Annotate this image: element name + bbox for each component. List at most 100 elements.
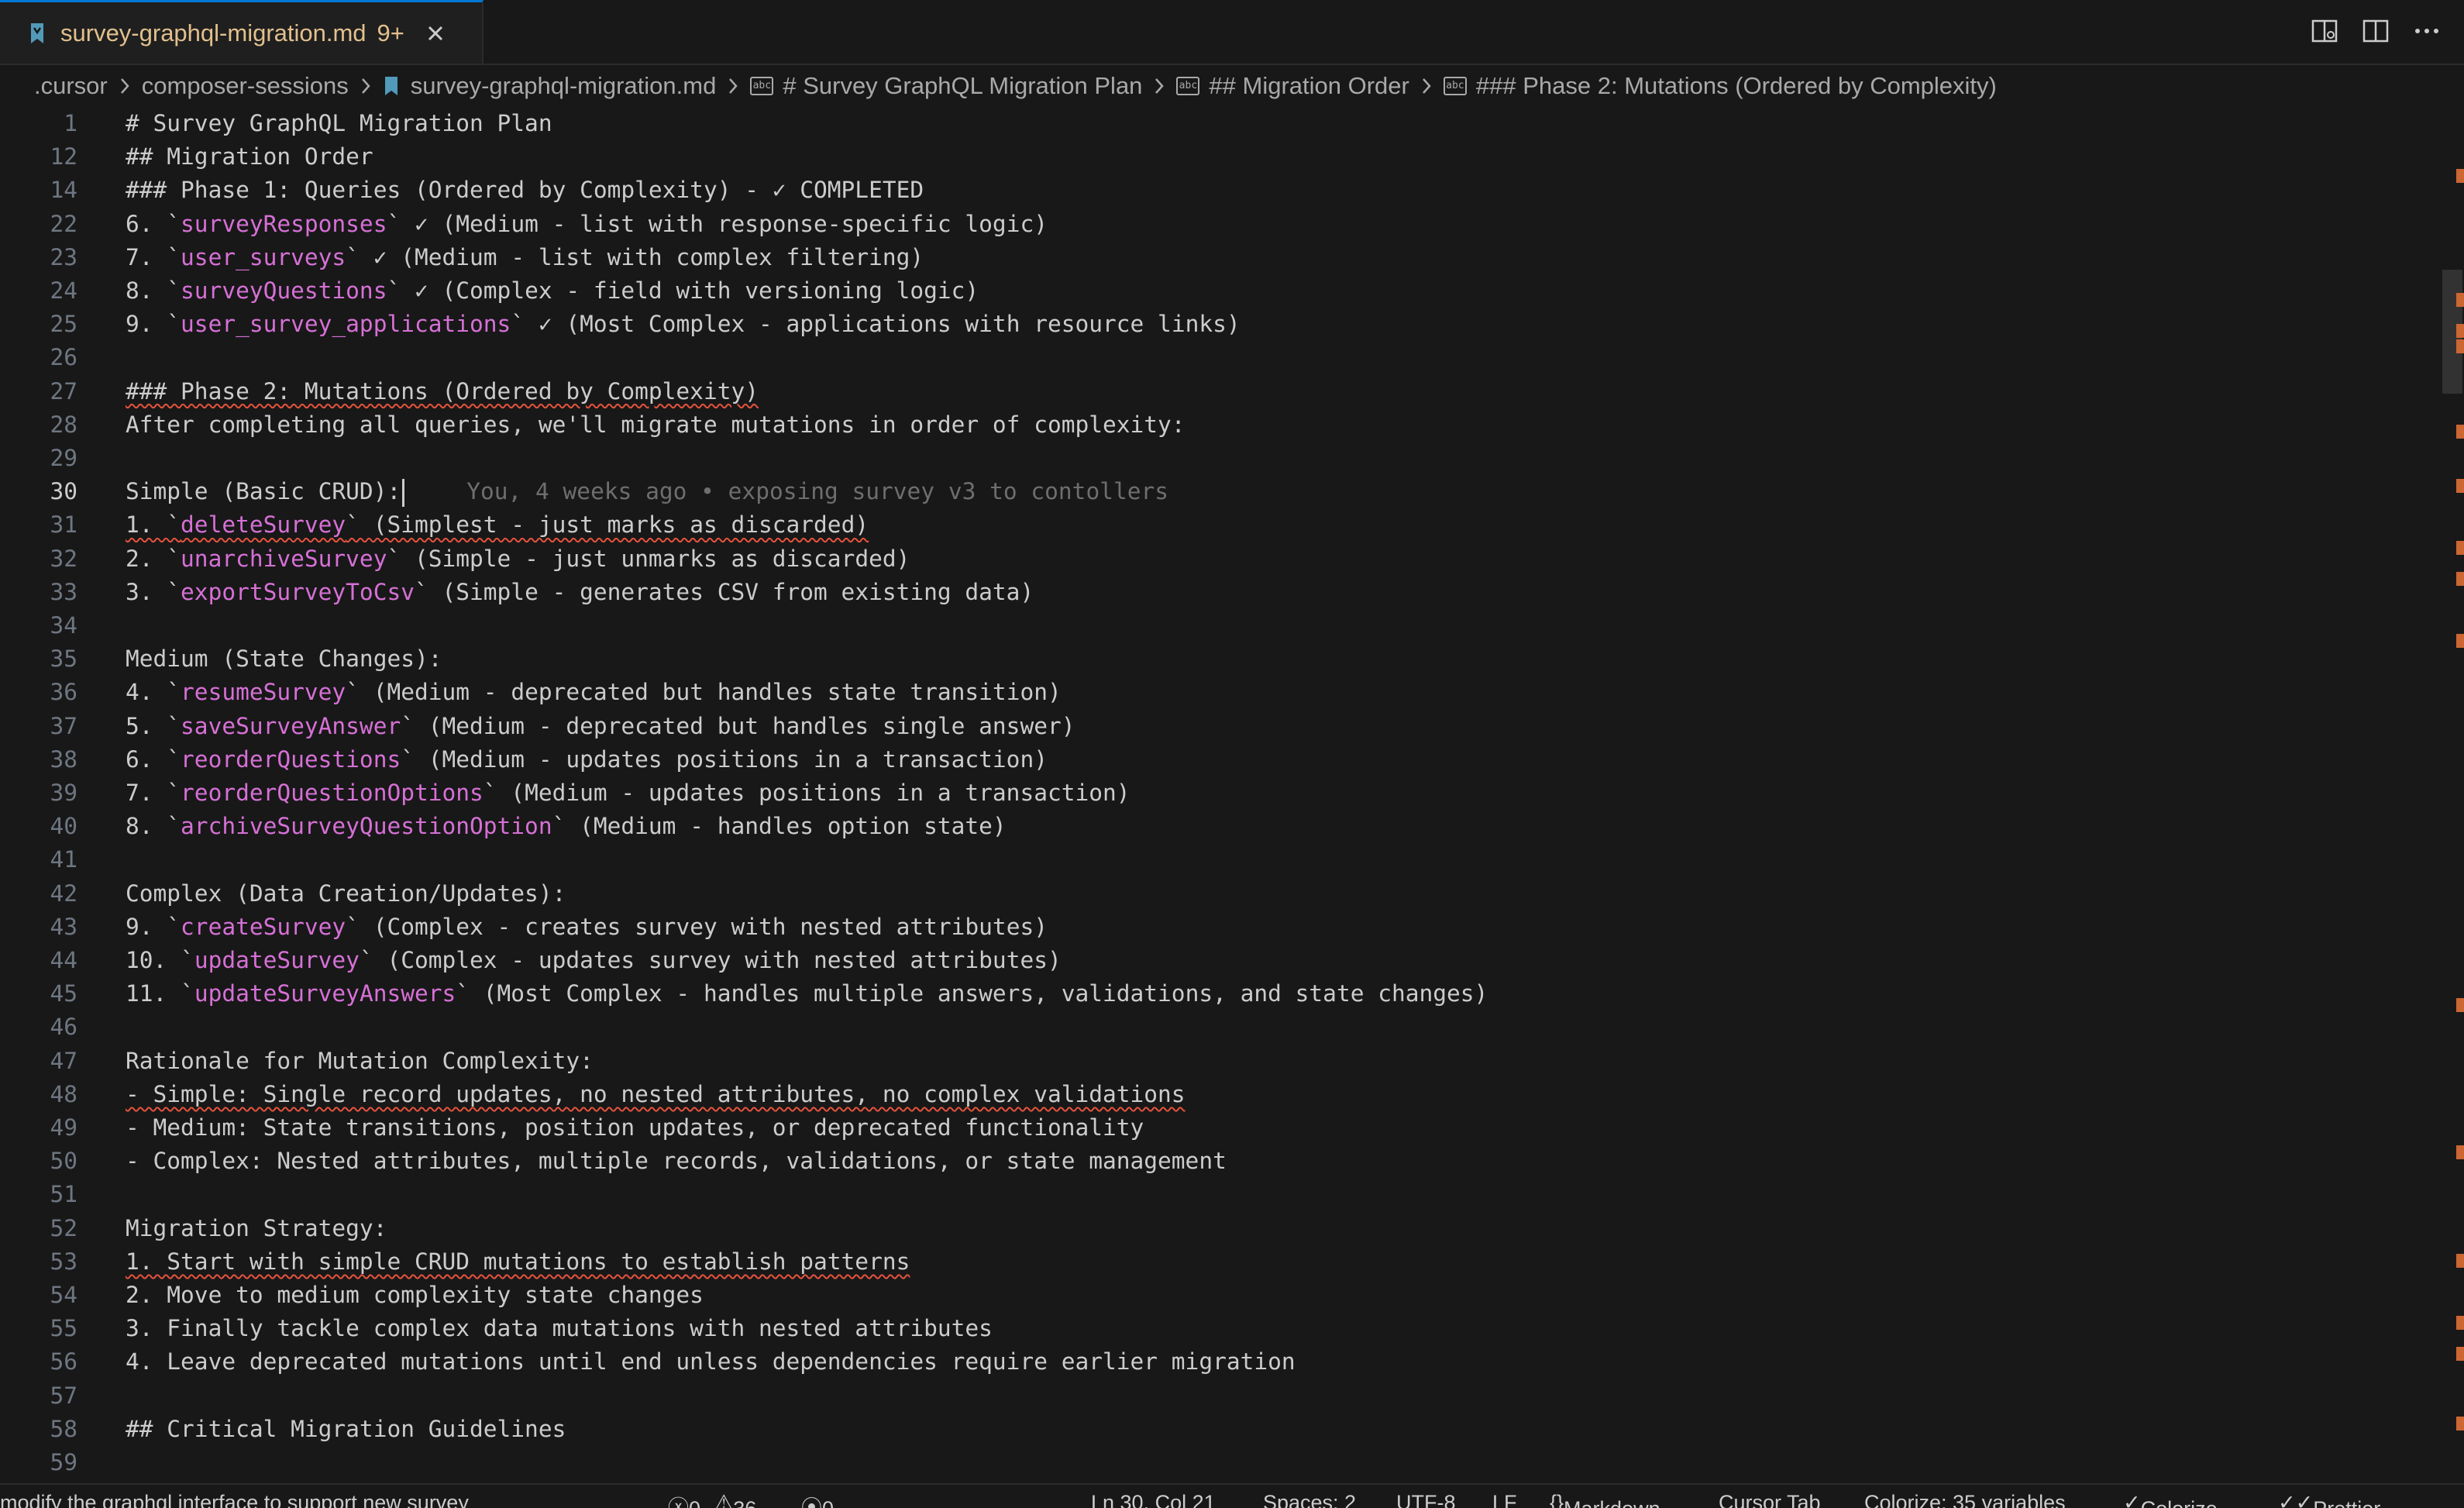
- problems-errors[interactable]: ⓧ 0: [668, 1491, 700, 1508]
- editor-line[interactable]: 58 ## Critical Migration Guidelines: [0, 1413, 2402, 1446]
- line-content: Rationale for Mutation Complexity:: [126, 1045, 594, 1078]
- editor-line[interactable]: 33 3. `exportSurveyToCsv` (Simple - gener…: [0, 576, 2402, 609]
- code-text: - Complex: Nested attributes, multiple r…: [126, 1148, 1227, 1175]
- editor-line[interactable]: 35 Medium (State Changes):: [0, 642, 2402, 676]
- line-content: 8. `archiveSurveyQuestionOption` (Medium…: [126, 810, 1007, 843]
- status-bar: modify the graphql interface to support …: [0, 1483, 2464, 1508]
- string-symbol-icon: abc: [750, 77, 774, 95]
- colorize-toggle[interactable]: ✓ Colorize: [2123, 1491, 2218, 1508]
- editor-line[interactable]: 37 5. `saveSurveyAnswer` (Medium - deprec…: [0, 710, 2402, 743]
- colorize-variables[interactable]: Colorize: 35 variables: [1864, 1491, 2066, 1508]
- ports-status[interactable]: ⦿ 0: [801, 1491, 834, 1508]
- prettier-status[interactable]: ✓✓ Prettier: [2278, 1491, 2380, 1508]
- markdown-file-icon: [31, 22, 43, 43]
- overview-ruler-mark: [2456, 425, 2464, 439]
- editor-line[interactable]: 41: [0, 843, 2402, 876]
- breadcrumb-item-composer-sessions[interactable]: composer-sessions: [142, 72, 349, 100]
- code-text: ` (Medium - updates positions in a trans…: [483, 780, 1130, 806]
- code-text: 5. `: [126, 712, 181, 739]
- editor-scrollbar[interactable]: [2441, 107, 2464, 1483]
- code-text: ` (Simple - generates CSV from existing …: [414, 578, 1034, 605]
- code-text: - Simple: Single record updates, no nest…: [126, 1080, 1186, 1107]
- breadcrumb-item-cursor[interactable]: .cursor: [34, 72, 108, 100]
- line-number: 33: [50, 578, 77, 605]
- branch-status[interactable]: modify the graphql interface to support …: [0, 1491, 469, 1508]
- editor-line[interactable]: 49 - Medium: State transitions, position …: [0, 1111, 2402, 1145]
- encoding[interactable]: UTF-8: [1396, 1491, 1456, 1508]
- editor-line[interactable]: 39 7. `reorderQuestionOptions` (Medium - …: [0, 776, 2402, 810]
- breadcrumb-item-heading-1[interactable]: abc # Survey GraphQL Migration Plan: [750, 72, 1142, 100]
- split-editor-icon[interactable]: [2362, 17, 2390, 45]
- overview-ruler-mark: [2456, 1254, 2464, 1268]
- breadcrumb-item-heading-3[interactable]: abc ### Phase 2: Mutations (Ordered by C…: [1443, 72, 1997, 100]
- editor-line[interactable]: 34: [0, 609, 2402, 642]
- close-icon[interactable]: [425, 22, 446, 44]
- editor-line[interactable]: 53 1. Start with simple CRUD mutations to…: [0, 1245, 2402, 1279]
- editor-line[interactable]: 26: [0, 341, 2402, 374]
- indentation[interactable]: Spaces: 2: [1263, 1491, 1356, 1508]
- editor-line[interactable]: 44 10. `updateSurvey` (Complex - updates …: [0, 944, 2402, 977]
- editor-line[interactable]: 36 4. `resumeSurvey` (Medium - deprecated…: [0, 676, 2402, 709]
- editor-line[interactable]: 22 6. `surveyResponses` ✓ (Medium - list …: [0, 208, 2402, 241]
- editor-line[interactable]: 46: [0, 1010, 2402, 1044]
- open-preview-icon[interactable]: [2311, 17, 2338, 45]
- editor-line[interactable]: 42 Complex (Data Creation/Updates):: [0, 877, 2402, 911]
- editor-line[interactable]: 31 1. `deleteSurvey` (Simplest - just mar…: [0, 508, 2402, 542]
- line-number: 1: [64, 110, 77, 136]
- editor-line[interactable]: 29: [0, 442, 2402, 475]
- editor-line[interactable]: 38 6. `reorderQuestions` (Medium - update…: [0, 743, 2402, 776]
- editor-line[interactable]: 51: [0, 1178, 2402, 1211]
- editor-line[interactable]: 12 ## Migration Order: [0, 140, 2402, 174]
- problems-warnings[interactable]: ⚠ 36: [714, 1491, 756, 1508]
- breadcrumb-item-file[interactable]: survey-graphql-migration.md: [383, 72, 716, 100]
- end-of-line[interactable]: LF: [1492, 1491, 1517, 1508]
- editor-line[interactable]: 14 ### Phase 1: Queries (Ordered by Compl…: [0, 174, 2402, 207]
- line-content: 2. Move to medium complexity state chang…: [126, 1279, 704, 1312]
- editor-line[interactable]: 25 9. `user_survey_applications` ✓ (Most …: [0, 308, 2402, 341]
- line-content: - Medium: State transitions, position up…: [126, 1111, 1144, 1145]
- more-actions-icon[interactable]: [2413, 17, 2441, 45]
- language-mode[interactable]: {} Markdown: [1550, 1491, 1660, 1508]
- editor-line[interactable]: 55 3. Finally tackle complex data mutatio…: [0, 1312, 2402, 1345]
- editor-line[interactable]: 56 4. Leave deprecated mutations until en…: [0, 1345, 2402, 1379]
- editor-line[interactable]: 30 Simple (Basic CRUD): You, 4 weeks ago •…: [0, 475, 2402, 508]
- line-number: 28: [50, 411, 77, 438]
- line-content: 9. `user_survey_applications` ✓ (Most Co…: [126, 308, 1241, 341]
- code-identifier: deleteSurvey: [181, 511, 346, 539]
- editor-line[interactable]: 57: [0, 1379, 2402, 1413]
- editor-line[interactable]: 54 2. Move to medium complexity state cha…: [0, 1279, 2402, 1312]
- editor-line[interactable]: 27 ### Phase 2: Mutations (Ordered by Com…: [0, 375, 2402, 408]
- editor-line[interactable]: 24 8. `surveyQuestions` ✓ (Complex - fiel…: [0, 274, 2402, 308]
- line-content: 1. Start with simple CRUD mutations to e…: [126, 1245, 910, 1279]
- problems-badge: 9+: [377, 19, 404, 46]
- editor-line[interactable]: 52 Migration Strategy:: [0, 1212, 2402, 1245]
- overview-ruler-mark: [2456, 634, 2464, 648]
- tab-survey-graphql-migration[interactable]: survey-graphql-migration.md 9+: [0, 0, 484, 64]
- editor-line[interactable]: 28 After completing all queries, we'll mi…: [0, 408, 2402, 442]
- code-text: 3. `: [126, 578, 181, 605]
- editor-line[interactable]: 47 Rationale for Mutation Complexity:: [0, 1045, 2402, 1078]
- breadcrumb-item-heading-2[interactable]: abc ## Migration Order: [1176, 72, 1409, 100]
- editor-line[interactable]: 50 - Complex: Nested attributes, multiple…: [0, 1145, 2402, 1178]
- line-content: 4. `resumeSurvey` (Medium - deprecated b…: [126, 676, 1062, 709]
- code-text: Rationale for Mutation Complexity:: [126, 1047, 594, 1074]
- line-number: 44: [50, 947, 77, 973]
- overview-ruler-mark: [2456, 293, 2464, 307]
- editor-line[interactable]: 1 # Survey GraphQL Migration Plan: [0, 107, 2402, 140]
- line-number: 30: [50, 478, 77, 505]
- code-text: ` (Most Complex - handles multiple answe…: [456, 980, 1488, 1007]
- code-text: ` (Simple - just unmarks as discarded): [387, 545, 910, 572]
- editor-line[interactable]: 45 11. `updateSurveyAnswers` (Most Comple…: [0, 977, 2402, 1010]
- cursor-position[interactable]: Ln 30, Col 21: [1091, 1491, 1216, 1508]
- cursor-tab-status[interactable]: Cursor Tab: [1719, 1491, 1821, 1508]
- editor-line[interactable]: 23 7. `user_surveys` ✓ (Medium - list wit…: [0, 241, 2402, 274]
- editor-line[interactable]: 48 - Simple: Single record updates, no ne…: [0, 1078, 2402, 1111]
- editor-line[interactable]: 40 8. `archiveSurveyQuestionOption` (Medi…: [0, 810, 2402, 843]
- overview-ruler-mark: [2456, 324, 2464, 338]
- code-editor[interactable]: 1 # Survey GraphQL Migration Plan 12 ## Mig…: [0, 107, 2464, 1483]
- chevron-right-icon: [1155, 78, 1165, 94]
- line-number: 58: [50, 1415, 77, 1442]
- editor-line[interactable]: 43 9. `createSurvey` (Complex - creates s…: [0, 911, 2402, 944]
- editor-line[interactable]: 59: [0, 1446, 2402, 1479]
- editor-line[interactable]: 32 2. `unarchiveSurvey` (Simple - just un…: [0, 542, 2402, 576]
